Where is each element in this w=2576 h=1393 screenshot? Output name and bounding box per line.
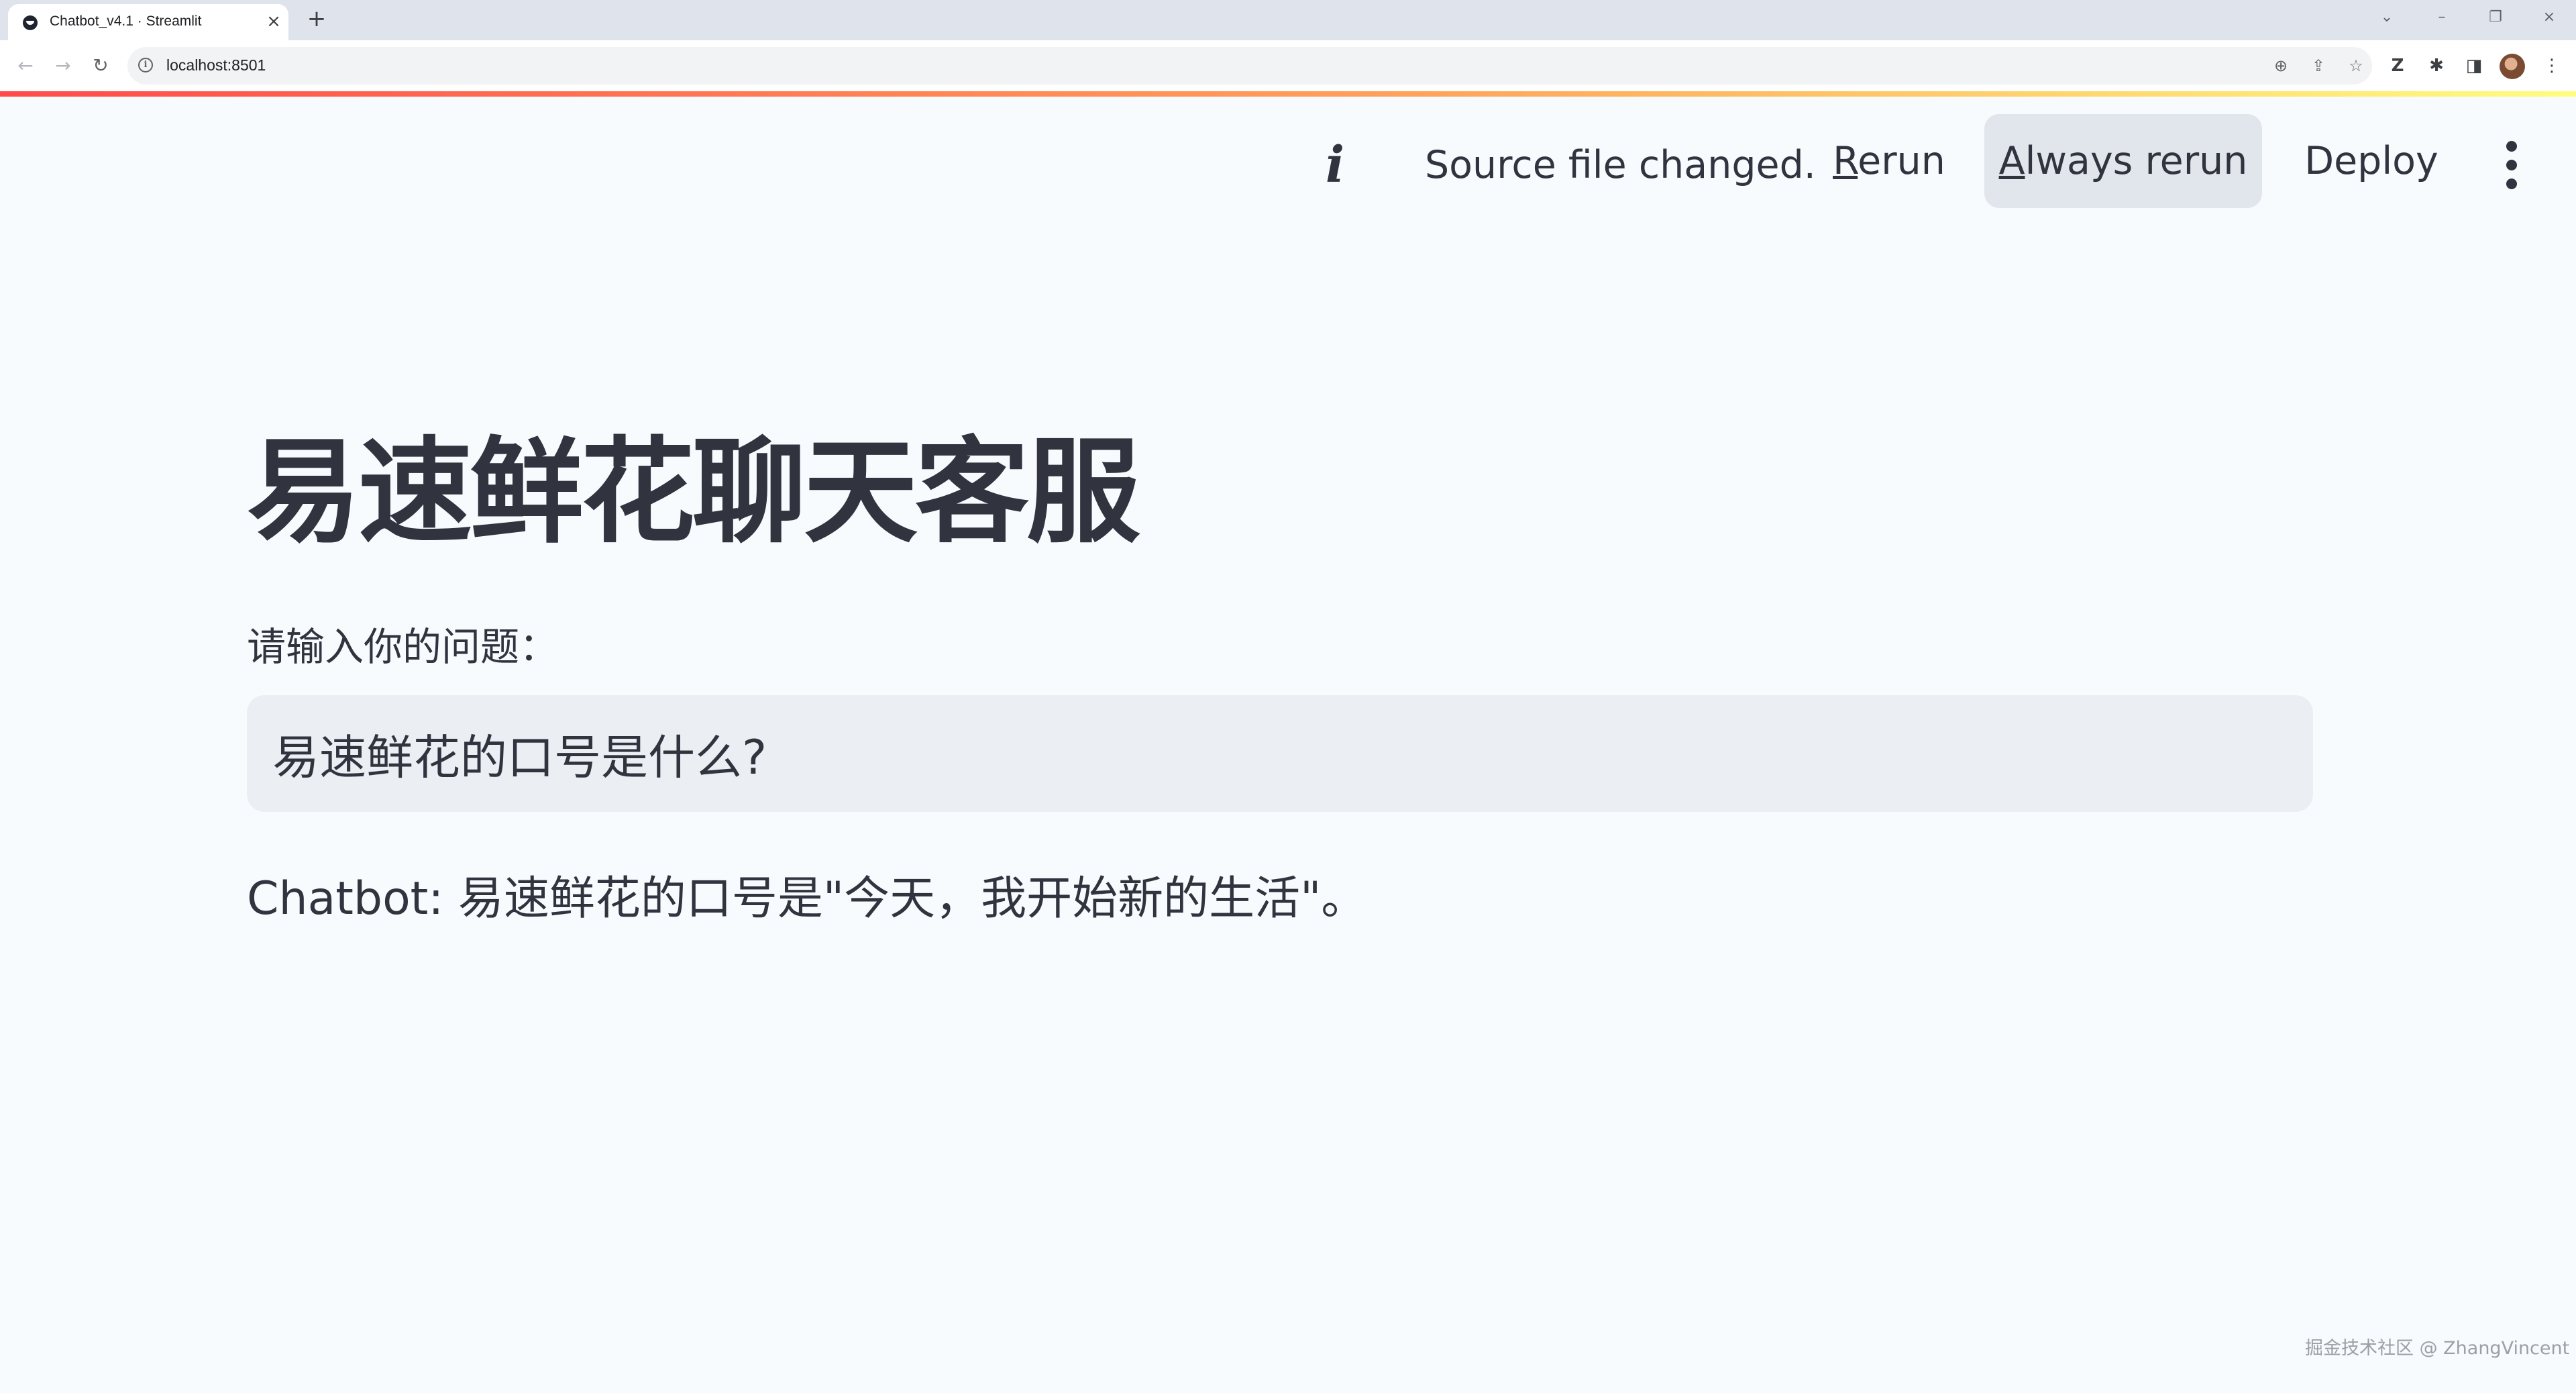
browser-menu-icon[interactable]: ⋮: [2540, 54, 2564, 78]
app-header: i Source file changed. Rerun Always reru…: [0, 97, 2576, 224]
watermark: 掘金技术社区 @ ZhangVincent: [2305, 1338, 2570, 1359]
status-message: Source file changed.: [1425, 143, 1816, 187]
address-bar[interactable]: i localhost:8501 ⊕ ⇪ ☆: [127, 47, 2372, 85]
always-rerun-button[interactable]: Always rerun: [1984, 114, 2262, 208]
browser-toolbar: ← → ↻ i localhost:8501 ⊕ ⇪ ☆ Z ✱ ◨ ⋮: [0, 40, 2576, 91]
site-info-icon[interactable]: i: [138, 58, 153, 72]
share-icon[interactable]: ⇪: [2308, 55, 2329, 76]
bookmark-star-icon[interactable]: ☆: [2345, 55, 2367, 76]
forward-arrow-icon[interactable]: →: [50, 52, 76, 79]
minimize-button[interactable]: –: [2428, 4, 2455, 31]
restore-button[interactable]: ❐: [2482, 4, 2509, 31]
question-input[interactable]: [247, 695, 2313, 812]
url-text[interactable]: localhost:8501: [166, 56, 266, 74]
browser-tab[interactable]: Chatbot_v4.1 · Streamlit ×: [8, 4, 288, 40]
side-panel-icon[interactable]: ◨: [2462, 54, 2486, 78]
chatbot-response: Chatbot: 易速鲜花的口号是"今天，我开始新的生活"。: [247, 872, 1367, 925]
new-tab-button[interactable]: +: [303, 5, 330, 32]
close-tab-icon[interactable]: ×: [263, 11, 284, 32]
deploy-button[interactable]: Deploy: [2294, 114, 2449, 208]
back-arrow-icon[interactable]: ←: [12, 52, 39, 79]
browser-tabstrip: Chatbot_v4.1 · Streamlit × + ⌄ – ❐ ×: [0, 0, 2576, 40]
reload-icon[interactable]: ↻: [87, 52, 114, 79]
info-icon: i: [1325, 136, 1345, 194]
z-extension-icon[interactable]: Z: [2385, 54, 2410, 78]
streamlit-decoration-bar: [0, 91, 2576, 97]
close-window-button[interactable]: ×: [2536, 4, 2563, 31]
tab-search-chevron-icon[interactable]: ⌄: [2373, 4, 2400, 31]
profile-avatar[interactable]: [2500, 54, 2525, 79]
page-title: 易速鲜花聊天客服: [247, 426, 1140, 559]
main-menu-kebab-icon[interactable]: [2489, 137, 2536, 193]
rerun-button[interactable]: Rerun: [1815, 114, 1963, 208]
question-input-label: 请输入你的问题：: [247, 624, 559, 670]
tab-title: Chatbot_v4.1 · Streamlit: [50, 13, 202, 29]
extensions-puzzle-icon[interactable]: ✱: [2424, 54, 2449, 78]
zoom-icon[interactable]: ⊕: [2270, 55, 2292, 76]
streamlit-favicon-icon: [23, 15, 38, 30]
